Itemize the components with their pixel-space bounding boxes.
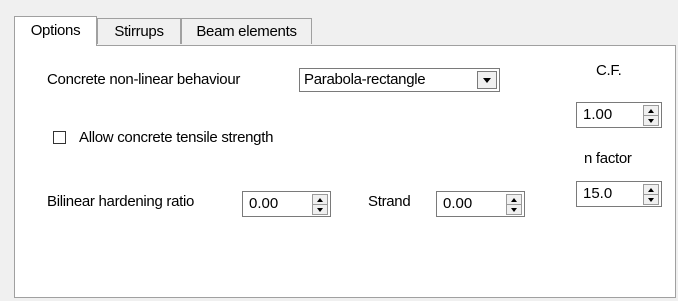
bilinear-label: Bilinear hardening ratio <box>47 193 195 210</box>
nfactor-spin-buttons <box>643 184 659 205</box>
cf-label: C.F. <box>596 62 622 79</box>
strand-spin-down[interactable] <box>506 204 522 215</box>
options-dialog: Options Stirrups Beam elements Concrete … <box>0 0 678 301</box>
cf-stepper[interactable] <box>576 102 662 128</box>
cf-spin-down[interactable] <box>643 115 659 126</box>
arrow-down-icon <box>317 208 323 212</box>
arrow-down-icon <box>648 119 654 123</box>
arrow-down-icon <box>648 198 654 202</box>
dropdown-button[interactable] <box>477 71 497 89</box>
tensile-checkbox[interactable] <box>53 131 66 144</box>
arrow-up-icon <box>648 109 654 113</box>
strand-label: Strand <box>368 193 411 210</box>
nfactor-spin-down[interactable] <box>643 194 659 205</box>
arrow-up-icon <box>511 198 517 202</box>
tab-options[interactable]: Options <box>14 16 97 46</box>
bilinear-input[interactable] <box>243 192 307 216</box>
arrow-up-icon <box>648 188 654 192</box>
cf-input[interactable] <box>577 103 639 127</box>
concrete-behaviour-label: Concrete non-linear behaviour <box>47 71 241 88</box>
arrow-up-icon <box>317 198 323 202</box>
nfactor-stepper[interactable] <box>576 181 662 207</box>
cf-spin-buttons <box>643 105 659 126</box>
bilinear-spin-down[interactable] <box>312 204 328 215</box>
chevron-down-icon <box>483 78 491 83</box>
bilinear-spin-buttons <box>312 194 328 215</box>
concrete-behaviour-select[interactable]: Parabola-rectangle <box>299 68 500 92</box>
options-panel: Concrete non-linear behaviour Parabola-r… <box>14 45 676 298</box>
nfactor-input[interactable] <box>577 182 639 206</box>
tab-stirrups[interactable]: Stirrups <box>97 18 181 44</box>
tensile-label: Allow concrete tensile strength <box>79 129 274 146</box>
tab-beam-elements[interactable]: Beam elements <box>181 18 312 44</box>
bilinear-stepper[interactable] <box>242 191 331 217</box>
arrow-down-icon <box>511 208 517 212</box>
strand-input[interactable] <box>437 192 501 216</box>
strand-stepper[interactable] <box>436 191 525 217</box>
nfactor-label: n factor <box>584 150 632 167</box>
strand-spin-buttons <box>506 194 522 215</box>
concrete-behaviour-value: Parabola-rectangle <box>304 71 426 88</box>
